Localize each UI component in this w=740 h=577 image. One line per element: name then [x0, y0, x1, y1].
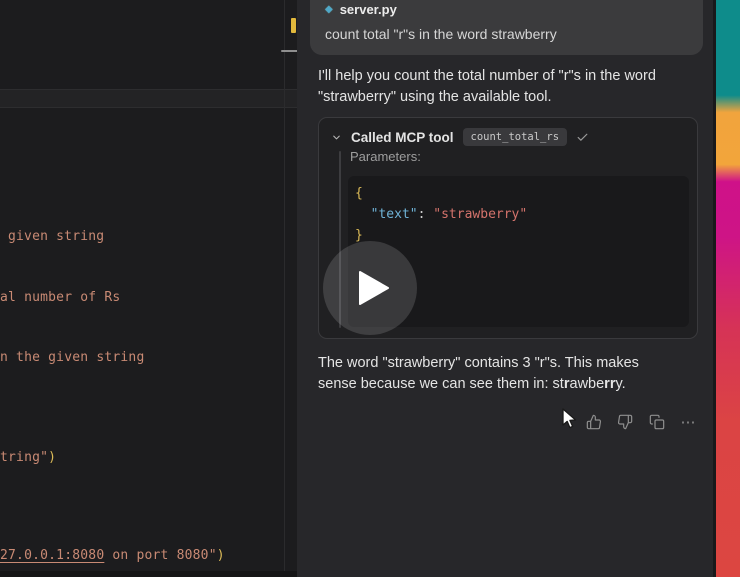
parameters-label: Parameters: [350, 149, 421, 164]
yellow-indicator [291, 18, 296, 33]
video-play-button[interactable] [323, 241, 417, 335]
editor-divider-bottom [0, 107, 297, 108]
json-line: "text": "strawberry" [370, 207, 528, 222]
tool-call-header[interactable]: Called MCP tool count_total_rs [319, 118, 697, 150]
mouse-cursor [562, 408, 577, 429]
tool-call-title: Called MCP tool [351, 129, 454, 145]
file-diamond-icon: ◆ [325, 3, 333, 15]
editor-bottom-strip [0, 571, 297, 577]
code-line: tring") [0, 450, 57, 465]
desktop-wallpaper-stripe [716, 0, 740, 577]
file-attachment-chip[interactable]: ◆ server.py [325, 2, 688, 17]
chevron-down-icon [333, 135, 340, 139]
code-line: given string [8, 229, 105, 244]
answer-line: sense because we can see them in: strawb… [318, 376, 626, 392]
user-message-card: ◆ server.py count total "r"s in the word… [310, 0, 703, 55]
editor-right-border [284, 0, 285, 577]
user-message-text: count total "r"s in the word strawberry [325, 26, 557, 42]
assistant-intro-text: I'll help you count the total number of … [318, 66, 708, 108]
thumbs-down-button[interactable] [617, 414, 634, 431]
play-icon [358, 271, 389, 305]
panel-resize-handle[interactable] [281, 50, 298, 52]
intro-line: I'll help you count the total number of … [318, 68, 656, 84]
copy-button[interactable] [648, 414, 665, 431]
code-editor-panel[interactable]: given string al number of Rs n the given… [0, 0, 297, 577]
file-name: server.py [339, 2, 397, 17]
chat-panel: ◆ server.py count total "r"s in the word… [297, 0, 714, 577]
screen: given string al number of Rs n the given… [0, 0, 740, 577]
more-options-button[interactable]: ⋯ [680, 414, 697, 431]
thumbs-up-button[interactable] [585, 414, 602, 431]
code-line: al number of Rs [0, 290, 121, 305]
ellipsis-icon: ⋯ [680, 413, 697, 431]
tool-name-badge: count_total_rs [462, 128, 568, 146]
code-line: n the given string [0, 350, 145, 365]
answer-line: The word "strawberry" contains 3 "r"s. T… [318, 355, 639, 371]
assistant-answer-text: The word "strawberry" contains 3 "r"s. T… [318, 353, 702, 395]
check-icon [577, 133, 588, 141]
intro-line: "strawberry" using the available tool. [318, 89, 552, 105]
message-action-bar: ⋯ [585, 411, 697, 433]
json-line: { [355, 186, 363, 201]
json-line: } [355, 228, 363, 243]
editor-band [0, 90, 297, 107]
code-line: 27.0.0.1:8080 on port 8080") [0, 548, 225, 563]
